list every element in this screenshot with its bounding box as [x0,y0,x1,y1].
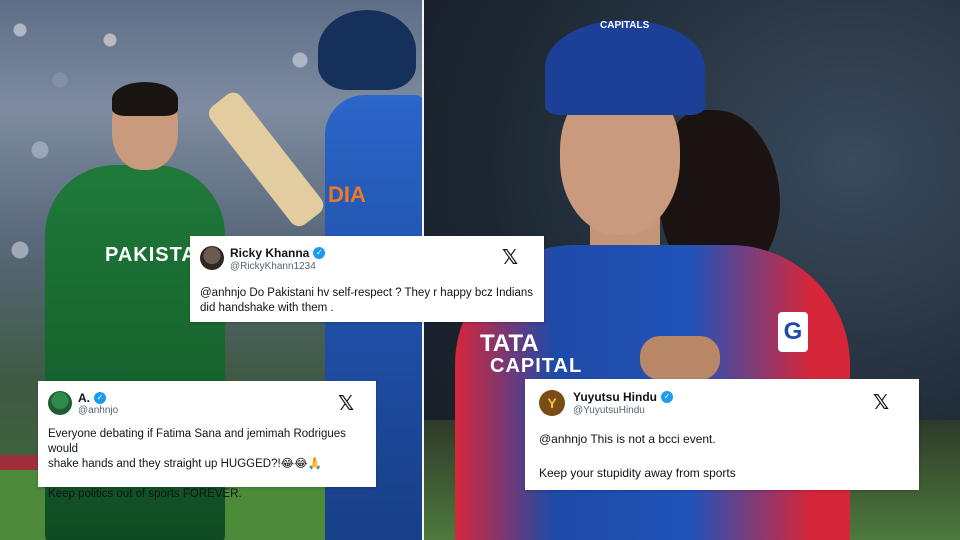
capitals-player-hand [640,336,720,380]
india-jersey-text: DIA [328,182,366,207]
jersey-sponsor-tata: TATA [480,330,539,357]
india-player-helmet [318,10,416,90]
avatar-letter: Y [547,395,557,411]
x-logo-icon[interactable]: 𝕏 [338,394,354,414]
tweet-line: Keep your stupidity away from sports [539,466,736,480]
verified-badge-icon: ✓ [94,392,106,404]
x-logo-icon[interactable]: 𝕏 [502,248,518,268]
tweet-line: shake hands and they straight up HUGGED?… [48,458,322,470]
tweet-line: did handshake with them . [200,302,334,314]
author-name[interactable]: A. [78,391,90,405]
jersey-badge: G [778,312,808,352]
avatar[interactable] [200,246,224,270]
avatar[interactable] [48,391,72,415]
jersey-sponsor-capital: CAPITAL [490,355,583,377]
tweet-card-a[interactable]: A. ✓ @anhnjo 𝕏 Everyone debating if Fati… [38,381,376,500]
author-row: A. ✓ [78,391,106,405]
author-handle[interactable]: @anhnjo [78,405,118,416]
author-handle[interactable]: @RickyKhann1234 [230,261,316,272]
author-row: Ricky Khanna ✓ [230,246,326,260]
author-handle[interactable]: @YuyutsuHindu [573,405,645,416]
author-name[interactable]: Yuyutsu Hindu [573,390,657,404]
verified-badge-icon: ✓ [661,391,673,403]
cap-logo: CAPITALS [600,20,650,31]
tweet-text: @anhnjo This is not a bcci event. Keep y… [539,431,909,482]
author-name[interactable]: Ricky Khanna [230,246,309,260]
capitals-player-cap [545,20,705,115]
tweet-card-yuyutsu-hindu[interactable]: Y Yuyutsu Hindu ✓ @YuyutsuHindu 𝕏 @anhnj… [525,379,919,490]
x-logo-icon[interactable]: 𝕏 [873,393,889,413]
pakistan-player-hair [112,82,178,116]
verified-badge-icon: ✓ [313,247,326,259]
tweet-text: Everyone debating if Fatima Sana and jem… [48,427,373,502]
tweet-text: @anhnjo Do Pakistani hv self-respect ? T… [200,286,540,316]
pakistan-jersey-text: PAKISTA [105,244,197,266]
tweet-line: Keep politics out of sports FOREVER. [48,488,242,500]
tweet-card-ricky-khanna[interactable]: Ricky Khanna ✓ @RickyKhann1234 𝕏 @anhnjo… [190,236,544,322]
tweet-line: @anhnjo This is not a bcci event. [539,432,716,446]
tweet-line: Everyone debating if Fatima Sana and jem… [48,428,346,455]
author-row: Yuyutsu Hindu ✓ [573,390,673,404]
avatar[interactable]: Y [539,390,565,416]
tweet-line: @anhnjo Do Pakistani hv self-respect ? T… [200,287,534,299]
